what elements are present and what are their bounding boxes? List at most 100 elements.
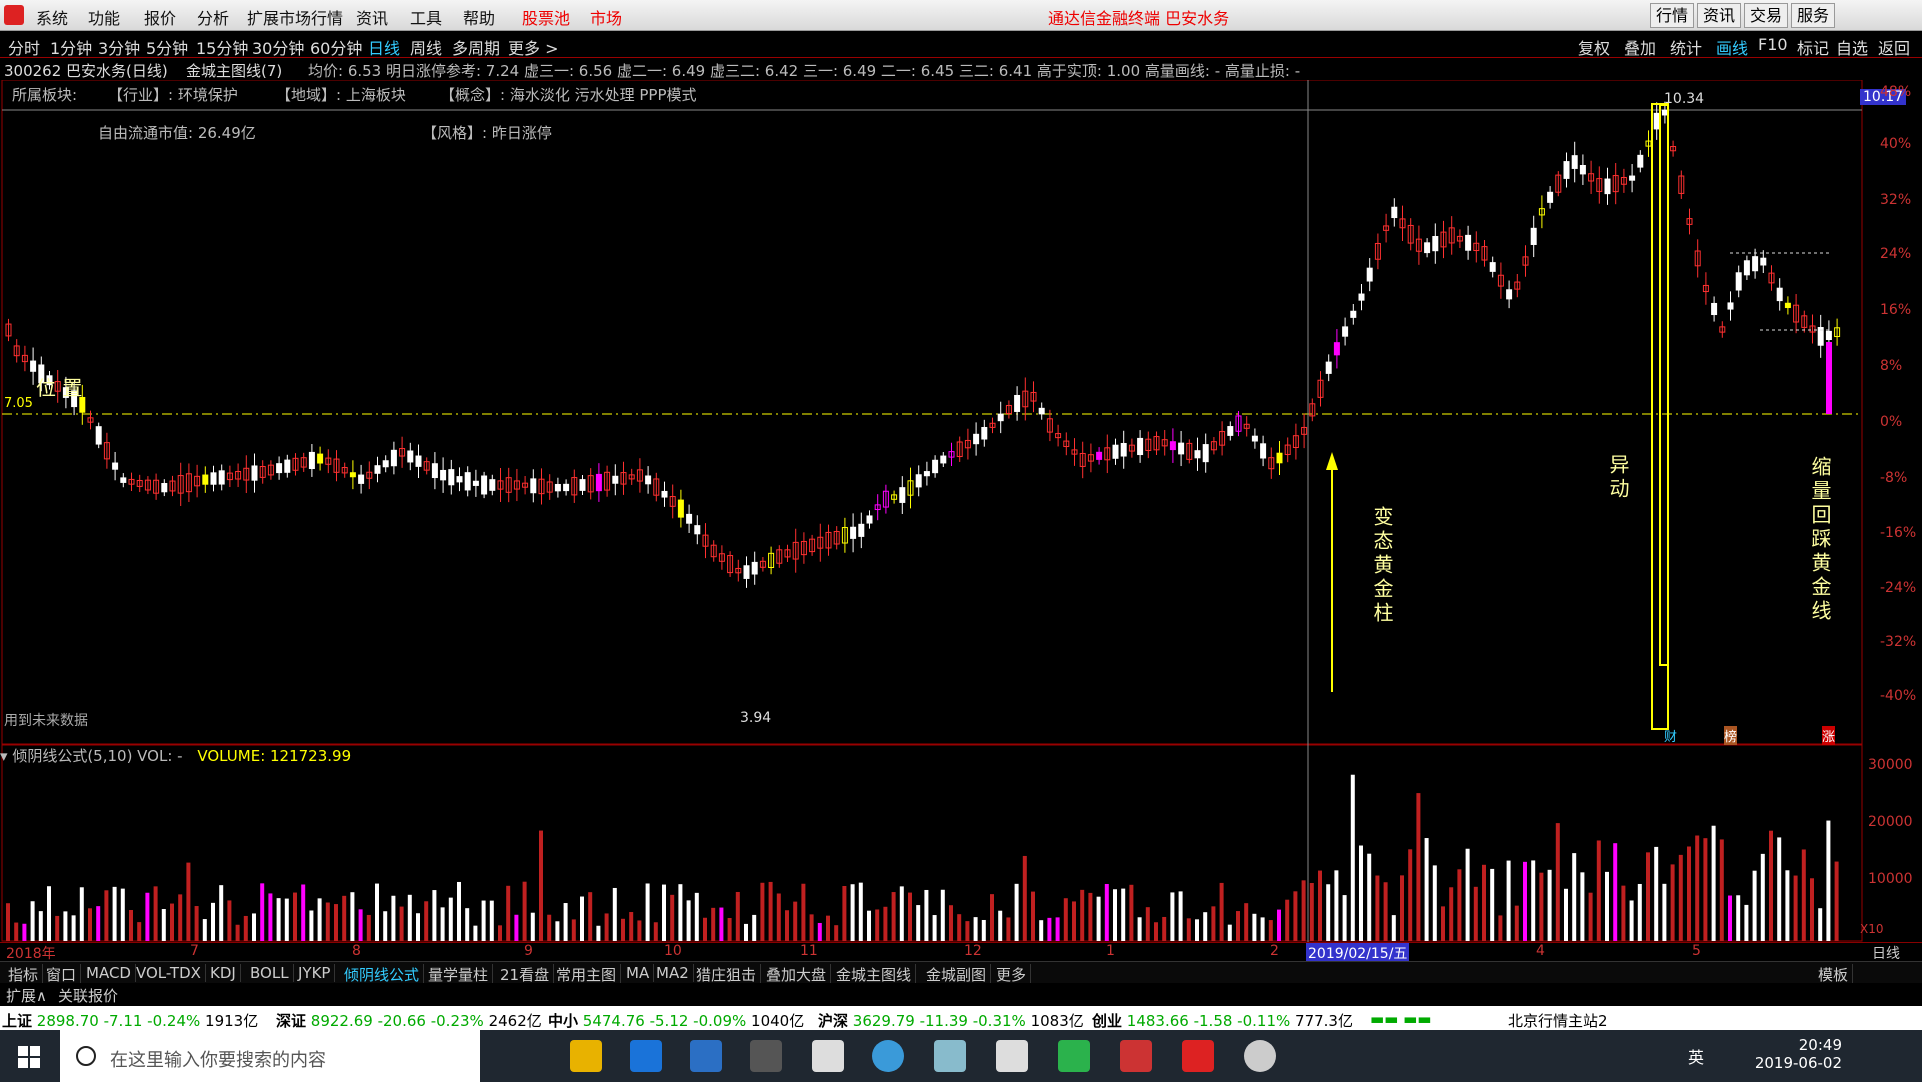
menu-ext-market[interactable]: 扩展市场行情 <box>247 5 343 29</box>
menu-market[interactable]: 市场 <box>590 5 622 29</box>
btn-quote[interactable]: 行情 <box>1650 3 1695 28</box>
tab-indicator[interactable]: 指标 <box>4 964 44 985</box>
clock[interactable]: 20:49 2019-06-02 <box>1755 1036 1842 1072</box>
period-30min[interactable]: 30分钟 <box>252 35 304 59</box>
tab-template[interactable]: 模板 <box>1814 964 1854 985</box>
volume-bar <box>1703 838 1708 941</box>
period-3min[interactable]: 3分钟 <box>98 35 140 59</box>
btn-adjust[interactable]: 复权 <box>1578 35 1610 59</box>
taskbar-search[interactable]: 在这里输入你要搜索的内容 <box>60 1030 480 1082</box>
calculator-icon[interactable] <box>996 1040 1028 1072</box>
period-5min[interactable]: 5分钟 <box>146 35 188 59</box>
btn-fav[interactable]: 自选 <box>1836 35 1868 59</box>
store-icon[interactable] <box>690 1040 722 1072</box>
index-hs[interactable]: 沪深 3629.79 -11.39 -0.31% 1083亿 <box>818 1010 1084 1031</box>
tab-macd[interactable]: MACD <box>82 964 136 982</box>
windows-start-icon[interactable] <box>18 1046 40 1068</box>
period-more[interactable]: 更多 > <box>508 35 559 59</box>
signal-icon: ▬▬ ▬▬ <box>1370 1010 1432 1028</box>
stock-app-icon[interactable] <box>1120 1040 1152 1072</box>
volume-bar <box>202 919 207 941</box>
menu-tools[interactable]: 工具 <box>410 5 442 29</box>
btn-service[interactable]: 服务 <box>1791 3 1836 28</box>
menu-news[interactable]: 资讯 <box>356 5 388 29</box>
tab-ma[interactable]: MA <box>622 964 655 982</box>
index-cy[interactable]: 创业 1483.66 -1.58 -0.11% 777.3亿 <box>1092 1010 1353 1031</box>
formula-name[interactable]: 金城主图线(7) <box>186 60 282 81</box>
period-60min[interactable]: 60分钟 <box>310 35 362 59</box>
cloud-icon[interactable] <box>872 1040 904 1072</box>
concept-label[interactable]: 【概念】: 海水淡化 污水处理 PPP模式 <box>440 84 697 105</box>
period-daily[interactable]: 日线 <box>368 35 400 59</box>
tab-kdj[interactable]: KDJ <box>206 964 241 982</box>
volume-bar <box>793 901 798 941</box>
menu-system[interactable]: 系统 <box>36 5 68 29</box>
candle-body <box>915 474 922 488</box>
wechat-icon[interactable] <box>1058 1040 1090 1072</box>
btn-trade[interactable]: 交易 <box>1744 3 1789 28</box>
tab-21kanpan[interactable]: 21看盘 <box>496 964 555 985</box>
btn-stats[interactable]: 统计 <box>1670 35 1702 59</box>
btn-draw[interactable]: 画线 <box>1716 35 1748 59</box>
period-weekly[interactable]: 周线 <box>410 35 442 59</box>
tab-more[interactable]: 更多 <box>992 964 1032 985</box>
period-label: 日线 <box>1872 946 1900 962</box>
server-name[interactable]: 北京行情主站2 <box>1508 1010 1608 1031</box>
menu-quote[interactable]: 报价 <box>144 5 176 29</box>
expand-button[interactable]: 扩展∧ <box>6 985 47 1006</box>
tab-qiyin[interactable]: 倾阴线公式 <box>340 964 425 985</box>
tab-overlay-market[interactable]: 叠加大盘 <box>762 964 832 985</box>
paint-icon[interactable] <box>934 1040 966 1072</box>
btn-news[interactable]: 资讯 <box>1697 3 1742 28</box>
index-sz[interactable]: 深证 8922.69 -20.66 -0.23% 2462亿 <box>276 1010 542 1031</box>
tab-liangxue[interactable]: 量学量柱 <box>424 964 494 985</box>
windows-taskbar: 在这里输入你要搜索的内容 英 20:49 2019-06-02 <box>0 1030 1922 1082</box>
region-label[interactable]: 【地域】: 上海板块 <box>276 84 406 105</box>
period-multi[interactable]: 多周期 <box>452 35 500 59</box>
btn-back[interactable]: 返回 <box>1878 35 1910 59</box>
y-axis-label: -24% <box>1880 580 1917 596</box>
index-sh[interactable]: 上证 2898.70 -7.11 -0.24% 1913亿 <box>2 1010 258 1031</box>
menu-help[interactable]: 帮助 <box>463 5 495 29</box>
volume-bar <box>325 902 330 941</box>
btn-overlay[interactable]: 叠加 <box>1624 35 1656 59</box>
period-1min[interactable]: 1分钟 <box>50 35 92 59</box>
menu-function[interactable]: 功能 <box>88 5 120 29</box>
volume-formula[interactable]: 倾阴线公式(5,10) VOL: - <box>12 747 182 765</box>
btn-f10[interactable]: F10 <box>1758 35 1788 54</box>
tag-finance[interactable]: 财 <box>1664 726 1677 745</box>
tab-common-main[interactable]: 常用主图 <box>552 964 622 985</box>
tab-jykp[interactable]: JYKP <box>294 964 336 982</box>
industry-label[interactable]: 【行业】: 环境保护 <box>108 84 238 105</box>
tab-window[interactable]: 窗口 <box>42 964 82 985</box>
period-timeshare[interactable]: 分时 <box>8 35 40 59</box>
index-zx[interactable]: 中小 5474.76 -5.12 -0.09% 1040亿 <box>548 1010 804 1031</box>
tab-ma2[interactable]: MA2 <box>652 964 694 982</box>
low-price-label: 3.94 <box>740 710 772 726</box>
tag-rank[interactable]: 榜 <box>1724 726 1738 745</box>
file-explorer-icon[interactable] <box>570 1040 602 1072</box>
edge-icon[interactable] <box>630 1040 662 1072</box>
related-quote-button[interactable]: 关联报价 <box>58 985 118 1006</box>
menu-analysis[interactable]: 分析 <box>197 5 229 29</box>
mail-icon[interactable] <box>812 1040 844 1072</box>
btn-mark[interactable]: 标记 <box>1797 35 1829 59</box>
tab-vol-tdx[interactable]: VOL-TDX <box>132 964 206 982</box>
menu-stock-pool[interactable]: 股票池 <box>522 5 570 29</box>
tab-liezhuang[interactable]: 猎庄狙击 <box>692 964 762 985</box>
tab-jincheng-main[interactable]: 金城主图线 <box>832 964 917 985</box>
qq-icon[interactable] <box>1244 1040 1276 1072</box>
chevron-down-icon[interactable]: ▾ <box>0 747 12 765</box>
candle-body <box>686 513 693 524</box>
tab-boll[interactable]: BOLL <box>246 964 294 982</box>
volume-bar <box>530 912 535 941</box>
tdx-icon[interactable] <box>1182 1040 1214 1072</box>
volume-bar <box>1203 912 1208 941</box>
period-15min[interactable]: 15分钟 <box>196 35 248 59</box>
kline-chart[interactable] <box>0 80 1922 942</box>
ime-lang[interactable]: 英 <box>1688 1044 1704 1068</box>
tab-jincheng-sub[interactable]: 金城副图 <box>922 964 992 985</box>
tag-limitup[interactable]: 涨 <box>1822 726 1836 745</box>
app-icon[interactable] <box>750 1040 782 1072</box>
volume-bar <box>1498 915 1503 941</box>
